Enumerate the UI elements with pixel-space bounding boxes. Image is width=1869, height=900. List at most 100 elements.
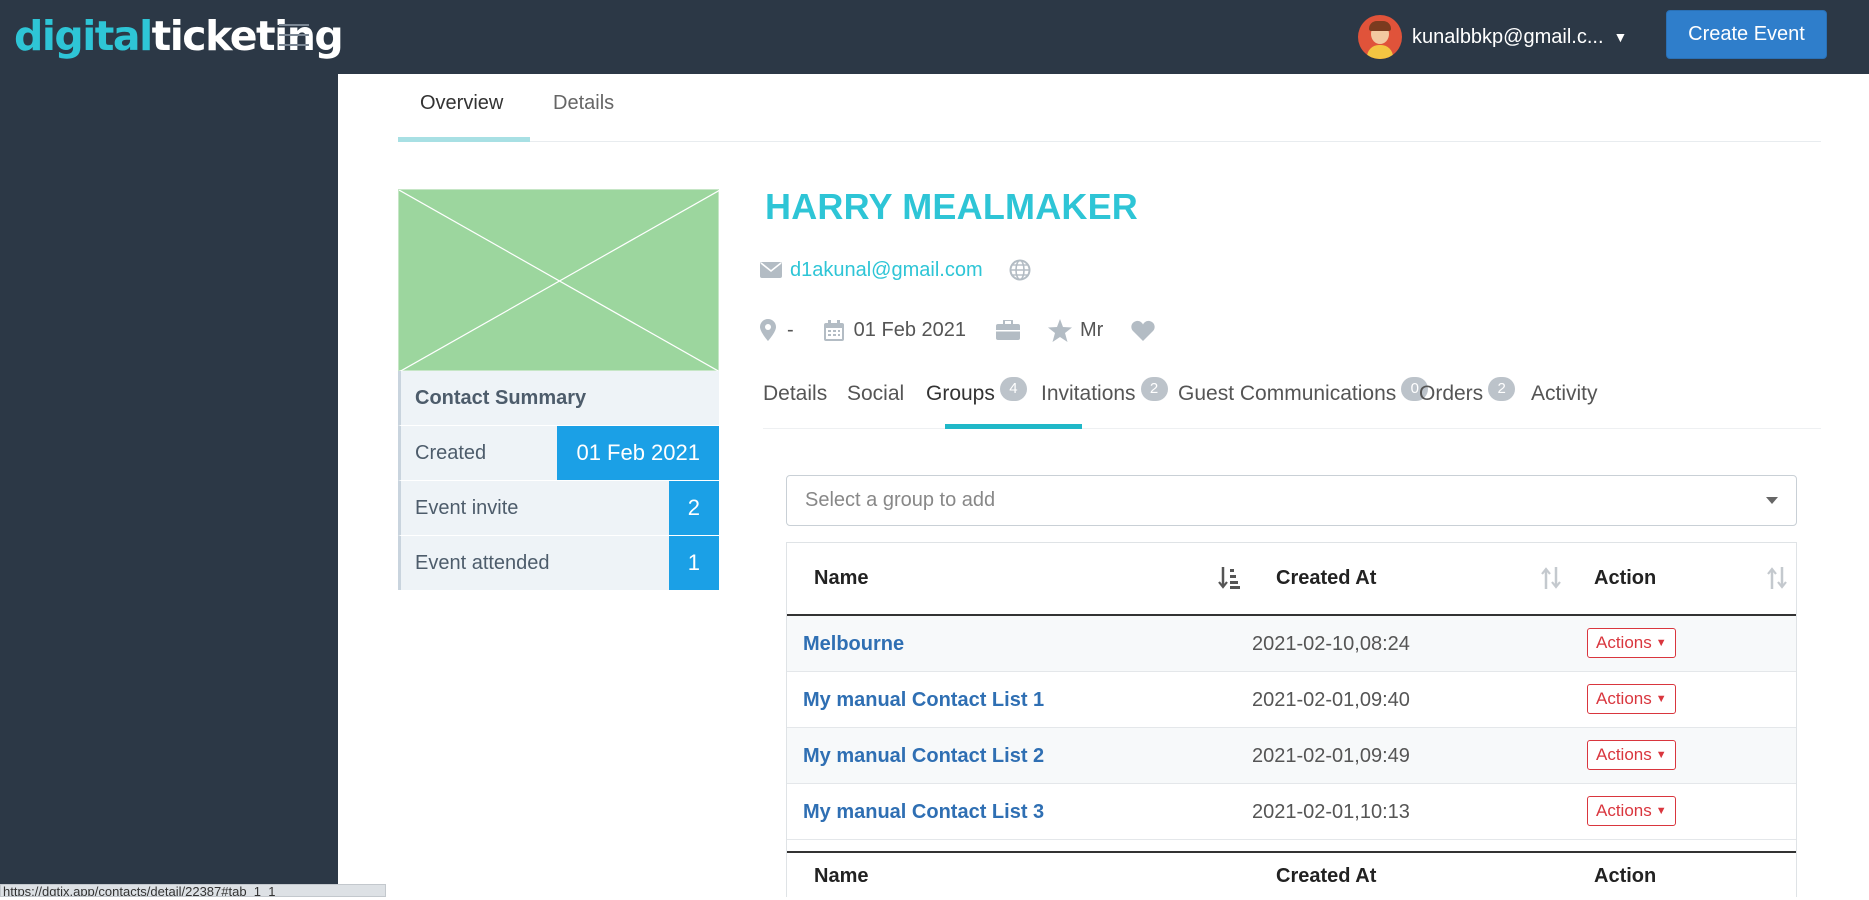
- chevron-down-icon: ▼: [1655, 805, 1667, 817]
- actions-dropdown-button[interactable]: Actions ▼: [1587, 796, 1676, 826]
- summary-value: 2: [668, 481, 719, 535]
- chevron-down-icon: ▼: [1655, 637, 1667, 649]
- summary-row-event-attended: Event attended 1: [398, 535, 719, 590]
- sort-icon[interactable]: [1765, 567, 1789, 589]
- sort-icon[interactable]: [1539, 567, 1563, 589]
- chevron-down-icon: ▼: [1655, 749, 1667, 761]
- user-menu[interactable]: kunalbbkp@gmail.c... ▼: [1358, 14, 1627, 60]
- active-tab-indicator: [945, 424, 1082, 429]
- group-name-link[interactable]: Melbourne: [803, 616, 904, 672]
- contact-photo-placeholder: [398, 189, 720, 372]
- group-name-link[interactable]: My manual Contact List 1: [803, 672, 1044, 728]
- tab-label: Activity: [1531, 382, 1598, 405]
- contact-email-link[interactable]: d1akunal@gmail.com: [790, 259, 983, 282]
- summary-label: Created: [415, 441, 487, 464]
- tab-details[interactable]: Details: [763, 364, 827, 424]
- group-created-at: 2021-02-01,10:13: [1252, 800, 1410, 823]
- tab-label: Social: [847, 382, 905, 405]
- contact-info-line-2: - 01 Feb 2021 Mr: [760, 314, 1155, 346]
- heart-icon[interactable]: [1131, 320, 1155, 341]
- tab-label: Guest Communications: [1178, 382, 1397, 405]
- count-badge: 4: [999, 377, 1027, 401]
- footer-column-action: Action: [1594, 865, 1657, 887]
- avatar: [1358, 15, 1402, 59]
- tab-guest-communications[interactable]: Guest Communications 0: [1178, 364, 1429, 424]
- actions-label: Actions: [1596, 801, 1652, 820]
- table-row: Melbourne 2021-02-10,08:24 Actions ▼: [787, 616, 1796, 672]
- summary-row-created: Created 01 Feb 2021: [398, 425, 719, 480]
- top-navbar: digitalticketing kunalbbkp@gmail.c... ▼ …: [0, 0, 1869, 74]
- contact-name: HARRY MEALMAKER: [765, 186, 1139, 227]
- summary-value: 01 Feb 2021: [557, 426, 719, 480]
- column-header-name[interactable]: Name: [814, 543, 868, 614]
- map-marker-icon: [760, 319, 776, 341]
- active-tab-indicator: [398, 137, 530, 142]
- contact-info-line-1: d1akunal@gmail.com: [760, 254, 1031, 286]
- tab-social[interactable]: Social: [847, 364, 904, 424]
- contact-summary-heading: Contact Summary: [398, 371, 719, 425]
- actions-dropdown-button[interactable]: Actions ▼: [1587, 740, 1676, 770]
- footer-column-created-at: Created At: [1276, 865, 1377, 887]
- contact-date: 01 Feb 2021: [853, 318, 966, 341]
- brand-logo-part2: ticketing: [151, 12, 344, 60]
- browser-status-bar: https://dgtix.app/contacts/detail/22387#…: [0, 884, 386, 897]
- groups-table: Name Created At Action Melbourne 2021-02…: [786, 542, 1797, 897]
- tab-details[interactable]: Details: [553, 92, 614, 115]
- tab-overview[interactable]: Overview: [420, 92, 503, 115]
- main-content: Overview Details Contact Summary Created…: [338, 74, 1869, 897]
- count-badge: 2: [1488, 377, 1516, 401]
- table-row: My manual Contact List 2 2021-02-01,09:4…: [787, 728, 1796, 784]
- tab-label: Groups: [926, 382, 995, 405]
- briefcase-icon: [996, 320, 1020, 340]
- column-header-created-at[interactable]: Created At: [1276, 543, 1376, 614]
- summary-value: 1: [668, 536, 719, 590]
- group-name-link[interactable]: My manual Contact List 3: [803, 784, 1044, 840]
- actions-label: Actions: [1596, 689, 1652, 708]
- table-row: My manual Contact List 3 2021-02-01,10:1…: [787, 784, 1796, 840]
- contact-summary: Contact Summary Created 01 Feb 2021 Even…: [398, 371, 719, 590]
- tab-label: Details: [763, 382, 828, 405]
- create-event-button[interactable]: Create Event: [1666, 10, 1827, 59]
- tab-label: Orders: [1419, 382, 1484, 405]
- brand-logo-part1: digital: [14, 12, 153, 60]
- user-email: kunalbbkp@gmail.c...: [1412, 25, 1604, 48]
- summary-label: Event invite: [415, 496, 519, 519]
- table-footer: Name Created At Action: [787, 851, 1796, 898]
- tab-invitations[interactable]: Invitations 2: [1041, 364, 1168, 424]
- calendar-icon: [823, 319, 844, 341]
- tab-groups[interactable]: Groups 4: [926, 364, 1027, 424]
- group-created-at: 2021-02-01,09:40: [1252, 688, 1410, 711]
- tab-activity[interactable]: Activity: [1531, 364, 1598, 424]
- envelope-icon: [760, 262, 782, 278]
- chevron-down-icon: ▼: [1655, 693, 1667, 705]
- contact-location: -: [787, 318, 794, 341]
- table-row: My manual Contact List 1 2021-02-01,09:4…: [787, 672, 1796, 728]
- group-name-link[interactable]: My manual Contact List 2: [803, 728, 1044, 784]
- star-icon: [1048, 318, 1072, 342]
- tab-orders[interactable]: Orders 2: [1419, 364, 1516, 424]
- contact-title: Mr: [1080, 318, 1104, 341]
- globe-icon[interactable]: [1009, 259, 1031, 281]
- summary-row-event-invite: Event invite 2: [398, 480, 719, 535]
- contact-sub-tabs: Details Social Groups 4 Invitations 2 Gu…: [763, 364, 1821, 429]
- caret-down-icon: [1766, 497, 1778, 504]
- sort-active-icon[interactable]: [1218, 567, 1242, 589]
- placeholder-image-icon: [399, 190, 720, 372]
- group-select-placeholder: Select a group to add: [805, 489, 996, 511]
- group-created-at: 2021-02-10,08:24: [1252, 632, 1410, 655]
- tab-label: Invitations: [1041, 382, 1136, 405]
- group-created-at: 2021-02-01,09:49: [1252, 744, 1410, 767]
- actions-label: Actions: [1596, 745, 1652, 764]
- sidebar: [0, 74, 338, 897]
- column-header-action[interactable]: Action: [1594, 543, 1656, 614]
- chevron-down-icon: ▼: [1613, 29, 1628, 45]
- group-select[interactable]: Select a group to add: [786, 475, 1797, 526]
- footer-column-name: Name: [814, 865, 869, 887]
- count-badge: 2: [1140, 377, 1168, 401]
- summary-label: Event attended: [415, 551, 550, 574]
- table-header: Name Created At Action: [787, 543, 1796, 616]
- overview-tabs: Overview Details: [398, 74, 1821, 142]
- menu-toggle-icon[interactable]: [279, 24, 309, 46]
- actions-dropdown-button[interactable]: Actions ▼: [1587, 684, 1676, 714]
- actions-dropdown-button[interactable]: Actions ▼: [1587, 628, 1676, 658]
